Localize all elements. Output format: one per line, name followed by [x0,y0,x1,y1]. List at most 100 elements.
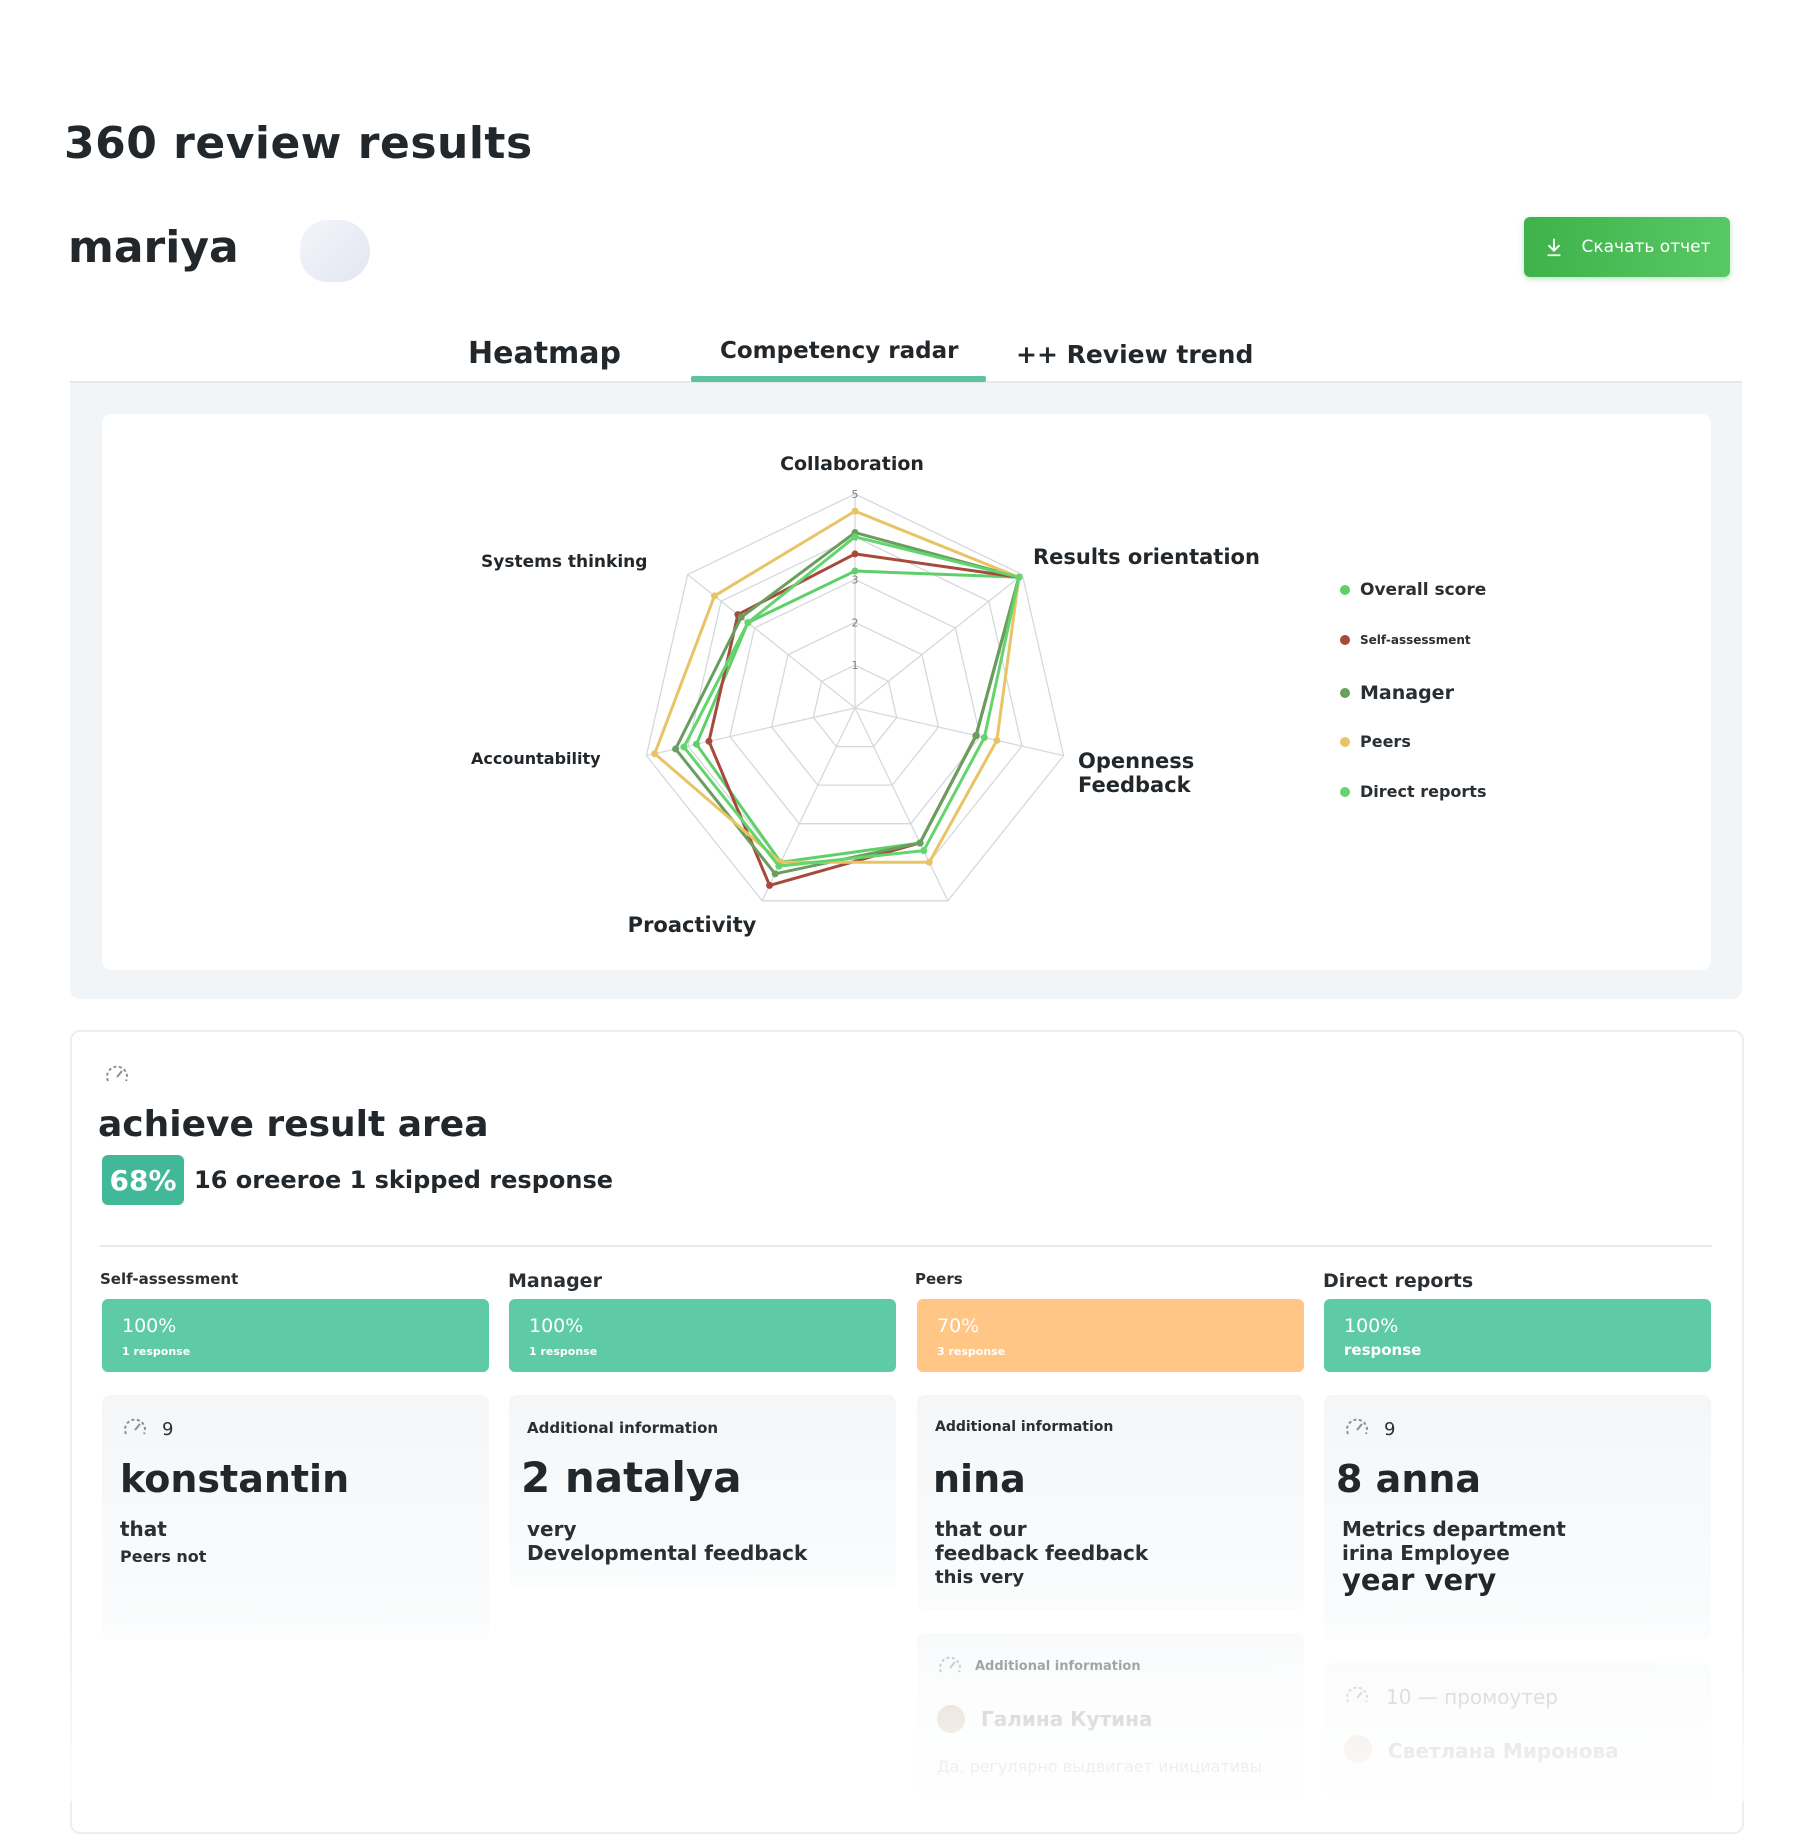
pct-value: 70% [937,1315,980,1337]
area-divider [100,1245,1712,1247]
legend-item-manager[interactable]: Manager [1340,682,1454,704]
radar-point [692,740,700,748]
response-count: 1 response [529,1345,598,1358]
feedback-card-direct-reports-2: 10 — промоутер Светлана Миронова [1324,1663,1711,1801]
feedback-text: that [120,1517,167,1541]
radar-point [1015,573,1023,581]
radar-scale-tick: 2 [852,616,859,629]
legend-dot [1340,786,1350,797]
reviewer-avatar [937,1705,965,1733]
feedback-card-manager: Additional information 2 natalya very De… [509,1395,896,1587]
legend-label: Self-assessment [1360,633,1471,647]
reviewer-name: konstantin [120,1457,350,1501]
radar-point [980,734,988,742]
reviewer-name: 8 anna [1336,1457,1482,1501]
reviewer-name: Светлана Миронова [1388,1739,1619,1763]
competency-radar-chart: 12345CollaborationResults orientationOpe… [471,453,1260,937]
feedback-score: 9 [1384,1419,1396,1440]
radar-point [651,750,659,758]
radar-point [972,732,980,740]
radar-point [744,619,752,627]
gauge-icon [1346,1418,1368,1435]
feedback-text: that our [935,1517,1027,1541]
radar-axis-label: Proactivity [628,913,757,937]
radar-point [925,858,933,866]
score-summary: 16 oreeroe 1 skipped response [194,1166,614,1194]
feedback-text: this very [935,1567,1025,1588]
feedback-text: feedback feedback [935,1541,1149,1565]
radar-point [705,737,713,745]
column-label-direct-reports: Direct reports [1323,1270,1474,1292]
gauge-icon [939,1656,961,1673]
feedback-header: Additional information [527,1419,719,1437]
pct-value: 100% [1344,1315,1399,1337]
gauge-icon [124,1418,146,1435]
feedback-card-self: 9 konstantin that Peers not [102,1395,489,1640]
reviewer-name: Галина Кутина [981,1707,1153,1731]
radar-point [916,839,924,847]
radar-point [851,550,859,558]
reviewer-avatar [1344,1735,1372,1763]
column-label-manager: Manager [508,1270,602,1292]
legend-label: Direct reports [1360,782,1487,801]
radar-axis-label: Systems thinking [481,552,647,572]
reviewer-name: nina [933,1457,1026,1501]
radar-point [851,507,859,515]
legend-dot [1340,635,1350,645]
radar-axis-label: Accountability [471,749,601,768]
area-title: achieve result area [98,1104,489,1145]
radar-point [993,736,1001,744]
feedback-header: Additional information [935,1419,1114,1435]
pct-value: 100% [529,1315,584,1337]
legend-label: Manager [1360,682,1454,704]
response-count: 3 response [937,1345,1006,1358]
radar-point [775,862,783,870]
legend-item-self[interactable]: Self-assessment [1340,633,1471,647]
legend-item-overall[interactable]: Overall score [1340,580,1486,600]
radar-spoke [854,707,1064,757]
radar-spoke [854,574,1023,709]
radar-point [766,881,774,889]
score-badge: 68% [102,1155,184,1205]
radar-axis-label: Feedback [1078,773,1192,797]
feedback-score: 10 — промоутер [1386,1685,1558,1709]
pct-bar-self[interactable]: 100% 1 response [102,1299,489,1372]
response-count: response [1344,1341,1422,1359]
column-label-self: Self-assessment [100,1270,239,1288]
column-label-peers: Peers [915,1270,963,1288]
gauge-icon [1346,1686,1368,1703]
feedback-card-peers: Additional information nina that our fee… [917,1395,1304,1610]
radar-scale-tick: 1 [852,659,859,672]
pct-bar-direct-reports[interactable]: 100% response [1324,1299,1711,1372]
legend-label: Overall score [1360,580,1487,600]
radar-axis-label: Openness [1078,749,1194,773]
radar-point [771,870,779,878]
legend-label: Peers [1360,732,1411,751]
pct-bar-peers[interactable]: 70% 3 response [917,1299,1304,1372]
feedback-header: Additional information [975,1659,1141,1674]
feedback-card-peers-2: Additional information Галина Кутина Да,… [917,1633,1304,1801]
radar-point [851,567,859,575]
radar-point [680,743,688,751]
feedback-text: Metrics department [1342,1517,1566,1541]
response-count: 1 response [122,1345,191,1358]
legend-dot [1340,585,1350,595]
radar-point [851,533,859,541]
radar-scale-tick: 5 [852,488,859,501]
feedback-text: Да, регулярно выдвигает инициативы [937,1757,1263,1776]
radar-spoke [854,707,949,902]
feedback-card-direct-reports: 9 8 anna Metrics department irina Employ… [1324,1395,1711,1640]
radar-scale-tick: 3 [852,574,859,587]
feedback-text: Peers not [120,1547,207,1566]
radar-axis-label: Results orientation [1033,545,1260,569]
radar-axis-label: Collaboration [780,453,924,475]
legend-item-peers[interactable]: Peers [1340,732,1411,751]
radar-point [920,847,928,855]
feedback-text: very [527,1517,577,1541]
legend-dot [1340,736,1350,747]
legend-item-direct-reports[interactable]: Direct reports [1340,782,1486,801]
radar-point [710,592,718,600]
reviewer-name: 2 natalya [521,1453,742,1502]
pct-bar-manager[interactable]: 100% 1 response [509,1299,896,1372]
radar-point [737,613,745,621]
